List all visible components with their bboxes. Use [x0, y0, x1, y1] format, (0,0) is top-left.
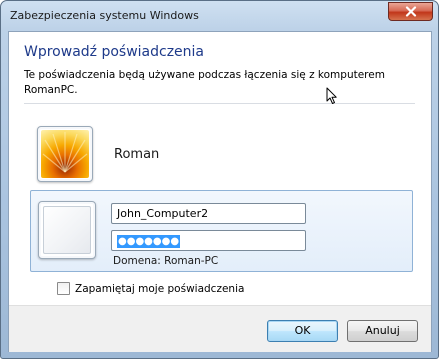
domain-label: Domena: Roman-PC — [113, 255, 219, 267]
close-button[interactable] — [388, 2, 433, 21]
button-bar: OK Anuluj — [9, 305, 431, 352]
credential-dialog-window: Zabezpieczenia systemu Windows Wprowadź … — [0, 0, 439, 359]
title-bar[interactable]: Zabezpieczenia systemu Windows — [1, 1, 438, 31]
password-value-selected: ●●●●●●● — [117, 235, 181, 248]
remember-label[interactable]: Zapamiętaj moje poświadczenia — [75, 283, 244, 295]
saved-user-tile[interactable] — [37, 126, 93, 182]
dialog-description: Te poświadczenia będą używane podczas łą… — [24, 69, 385, 96]
ok-button[interactable]: OK — [267, 320, 338, 342]
window-title: Zabezpieczenia systemu Windows — [10, 9, 199, 22]
flower-avatar-icon — [41, 130, 89, 178]
password-field[interactable]: ●●●●●●● — [111, 230, 306, 251]
dialog-body: Wprowadź poświadczenia Te poświadczenia … — [8, 31, 432, 352]
remember-credentials[interactable]: Zapamiętaj moje poświadczenia — [57, 282, 244, 295]
blank-user-tile — [38, 201, 96, 259]
close-icon — [405, 6, 416, 17]
remember-checkbox[interactable] — [57, 282, 70, 295]
divider — [24, 103, 415, 104]
username-field[interactable]: John_Computer2 — [111, 203, 306, 224]
mouse-pointer-icon — [326, 87, 337, 104]
username-value: John_Computer2 — [117, 207, 209, 220]
cancel-button[interactable]: Anuluj — [347, 320, 418, 342]
dialog-heading: Wprowadź poświadczenia — [24, 44, 205, 60]
credential-panel: John_Computer2 ●●●●●●● Domena: Roman-PC — [30, 190, 413, 272]
saved-user-name[interactable]: Roman — [114, 147, 159, 162]
blank-avatar-icon — [43, 206, 91, 254]
